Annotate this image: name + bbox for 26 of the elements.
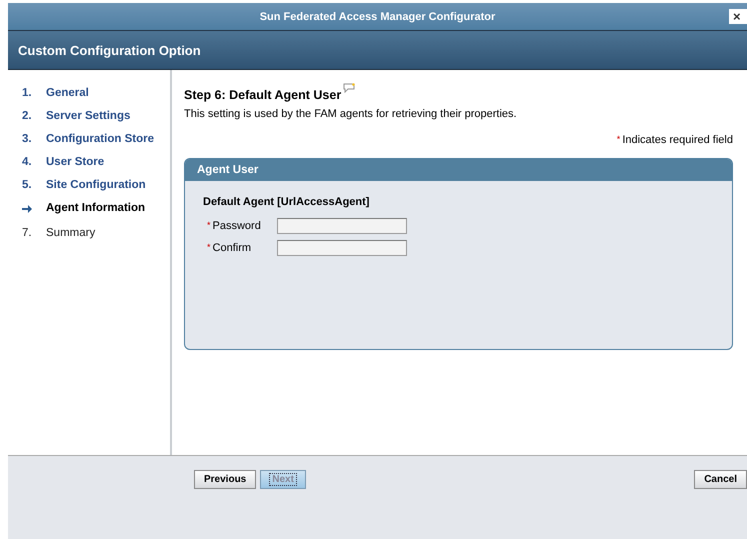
step-link[interactable]: User Store: [46, 156, 104, 168]
step-number: 5.: [22, 179, 32, 191]
window-title: Sun Federated Access Manager Configurator: [260, 10, 496, 22]
step-number: 1.: [22, 87, 32, 99]
step-link[interactable]: Server Settings: [46, 110, 130, 122]
step-number: 2.: [22, 110, 32, 122]
step-link[interactable]: Configuration Store: [46, 133, 154, 145]
help-bubble-icon[interactable]: [343, 83, 356, 93]
wizard-button[interactable]: Cancel: [694, 470, 747, 489]
password-field[interactable]: [277, 240, 407, 256]
panel-title: Agent User: [185, 159, 732, 181]
section-label: Default Agent [UrlAccessAgent]: [203, 196, 370, 208]
step-number: 4.: [22, 156, 32, 168]
step-description: This setting is used by the FAM agents for retrieving their properties.: [184, 108, 518, 120]
field-label: * Confirm: [207, 242, 252, 254]
step-number: 3.: [22, 133, 32, 145]
step-number: 7.: [22, 227, 32, 239]
step-title: Step 6: Default Agent User: [184, 88, 342, 102]
page-header-title: Custom Configuration Option: [18, 42, 201, 58]
password-field[interactable]: [277, 218, 407, 234]
close-button[interactable]: ×: [729, 9, 747, 24]
required-note: * Indicates required field: [616, 134, 733, 146]
wizard-button[interactable]: Previous: [194, 470, 256, 489]
step-link[interactable]: General: [46, 87, 89, 99]
step-link[interactable]: Site Configuration: [46, 179, 146, 191]
field-label: * Password: [207, 220, 261, 232]
